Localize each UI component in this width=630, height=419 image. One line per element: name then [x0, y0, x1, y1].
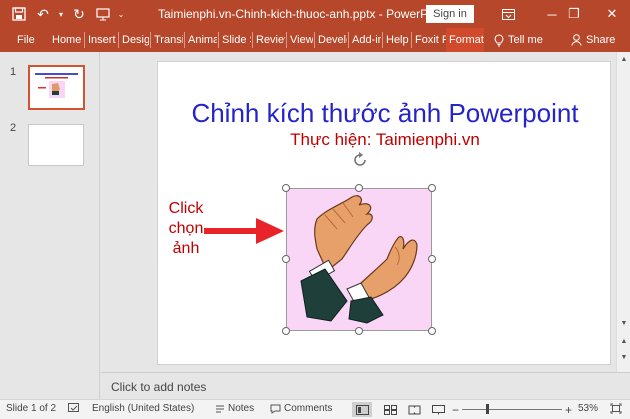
- tab-review[interactable]: Reviev: [253, 28, 285, 52]
- undo-dropdown-icon[interactable]: ▾: [56, 4, 66, 24]
- zoom-slider-track[interactable]: [462, 409, 562, 410]
- slide-editing-area: Chỉnh kích thước ảnh Powerpoint Thực hiệ…: [101, 52, 616, 372]
- tab-view[interactable]: View: [287, 28, 313, 52]
- resize-handle-top-left[interactable]: [282, 184, 290, 192]
- slide-thumbnail-1[interactable]: [28, 65, 85, 110]
- tab-developer[interactable]: Develc: [315, 28, 347, 52]
- sign-in-button[interactable]: Sign in: [426, 5, 474, 23]
- tab-foxit-reader[interactable]: Foxit R: [412, 28, 446, 52]
- resize-handle-left[interactable]: [282, 255, 290, 263]
- vertical-scrollbar[interactable]: ▲ ▼ ▲ ▼: [616, 52, 630, 372]
- tab-file[interactable]: File: [14, 28, 36, 52]
- scroll-up-icon[interactable]: ▲: [618, 54, 630, 66]
- close-button[interactable]: ✕: [590, 0, 630, 28]
- tab-add-ins[interactable]: Add-ir: [349, 28, 381, 52]
- quick-access-toolbar: ↶ ▾ ↻ ⌄: [8, 4, 126, 24]
- zoom-in-icon[interactable]: +: [565, 403, 572, 417]
- zoom-out-icon[interactable]: −: [452, 403, 459, 417]
- resize-handle-bottom-left[interactable]: [282, 327, 290, 335]
- comment-icon: [270, 404, 281, 414]
- selected-picture-clapping-hands[interactable]: [286, 188, 432, 331]
- undo-icon[interactable]: ↶: [32, 4, 54, 24]
- slide-canvas[interactable]: Chỉnh kích thước ảnh Powerpoint Thực hiệ…: [157, 61, 611, 365]
- notes-toggle-label: Notes: [228, 403, 255, 414]
- tab-animations[interactable]: Anima: [185, 28, 217, 52]
- scroll-down-icon[interactable]: ▼: [618, 318, 630, 330]
- share-label: Share: [586, 34, 616, 46]
- spelling-check-icon[interactable]: [68, 403, 80, 414]
- status-bar: Slide 1 of 2 English (United States) Not…: [0, 399, 630, 419]
- notes-pane[interactable]: Click to add notes: [101, 372, 630, 399]
- normal-view-icon[interactable]: [352, 402, 372, 417]
- tab-help[interactable]: Help: [383, 28, 410, 52]
- tab-home[interactable]: Home: [49, 28, 83, 52]
- share-button[interactable]: Share: [568, 28, 628, 52]
- title-bar: ↶ ▾ ↻ ⌄ Taimienphi.vn-Chinh-kich-thuoc-a…: [0, 0, 630, 28]
- thumbnail-number: 2: [10, 122, 17, 134]
- next-slide-icon[interactable]: ▼: [618, 352, 630, 364]
- resize-handle-right[interactable]: [428, 255, 436, 263]
- thumbnail-preview: [35, 73, 78, 98]
- slide-thumbnail-pane: 1 2: [0, 52, 100, 399]
- lightbulb-icon: [494, 33, 504, 46]
- redo-icon[interactable]: ↻: [68, 4, 90, 24]
- language-indicator[interactable]: English (United States): [92, 403, 194, 414]
- red-arrow-shape[interactable]: [204, 218, 284, 244]
- slide-counter: Slide 1 of 2: [6, 403, 57, 414]
- tab-format[interactable]: Format: [446, 28, 484, 52]
- zoom-level[interactable]: 53%: [578, 403, 598, 414]
- resize-handle-top[interactable]: [355, 184, 363, 192]
- tell-me-label: Tell me: [508, 34, 543, 46]
- document-title: Taimienphi.vn-Chinh-kich-thuoc-anh.pptx …: [158, 7, 448, 21]
- ribbon-tab-bar: File Home Insert Desigr Transit Anima Sl…: [0, 28, 630, 52]
- tab-transitions[interactable]: Transit: [151, 28, 183, 52]
- notes-icon: [216, 405, 224, 412]
- ribbon-display-options-icon[interactable]: [486, 0, 530, 28]
- notes-placeholder: Click to add notes: [111, 380, 207, 394]
- tab-slide-show[interactable]: Slide S: [219, 28, 251, 52]
- rotate-handle-icon[interactable]: [352, 152, 368, 168]
- save-icon[interactable]: [8, 4, 30, 24]
- start-from-beginning-icon[interactable]: [92, 4, 114, 24]
- comments-toggle-label: Comments: [284, 403, 333, 414]
- reading-view-icon[interactable]: [404, 402, 424, 417]
- slide-thumbnail-2[interactable]: [28, 124, 84, 166]
- slide-sorter-view-icon[interactable]: [380, 402, 400, 417]
- comments-toggle-button[interactable]: Comments: [270, 403, 332, 414]
- clapping-hands-image: [300, 195, 418, 324]
- customize-qat-icon[interactable]: ⌄: [116, 4, 126, 24]
- callout-line: Click: [168, 200, 204, 217]
- tab-insert[interactable]: Insert: [85, 28, 117, 52]
- notes-toggle-button[interactable]: Notes: [215, 403, 254, 414]
- slide-show-view-icon[interactable]: [428, 402, 448, 417]
- fit-slide-to-window-icon[interactable]: [610, 403, 622, 414]
- slide-subtitle[interactable]: Thực hiện: Taimienphi.vn: [158, 130, 612, 150]
- resize-handle-bottom[interactable]: [355, 327, 363, 335]
- thumbnail-number: 1: [10, 66, 17, 78]
- previous-slide-icon[interactable]: ▲: [618, 336, 630, 348]
- zoom-slider-thumb[interactable]: [486, 404, 489, 414]
- resize-handle-top-right[interactable]: [428, 184, 436, 192]
- tell-me-box[interactable]: Tell me: [491, 28, 551, 52]
- resize-handle-bottom-right[interactable]: [428, 327, 436, 335]
- slide-title[interactable]: Chỉnh kích thước ảnh Powerpoint: [158, 98, 612, 129]
- tab-design[interactable]: Desigr: [119, 28, 149, 52]
- person-icon: [571, 34, 582, 46]
